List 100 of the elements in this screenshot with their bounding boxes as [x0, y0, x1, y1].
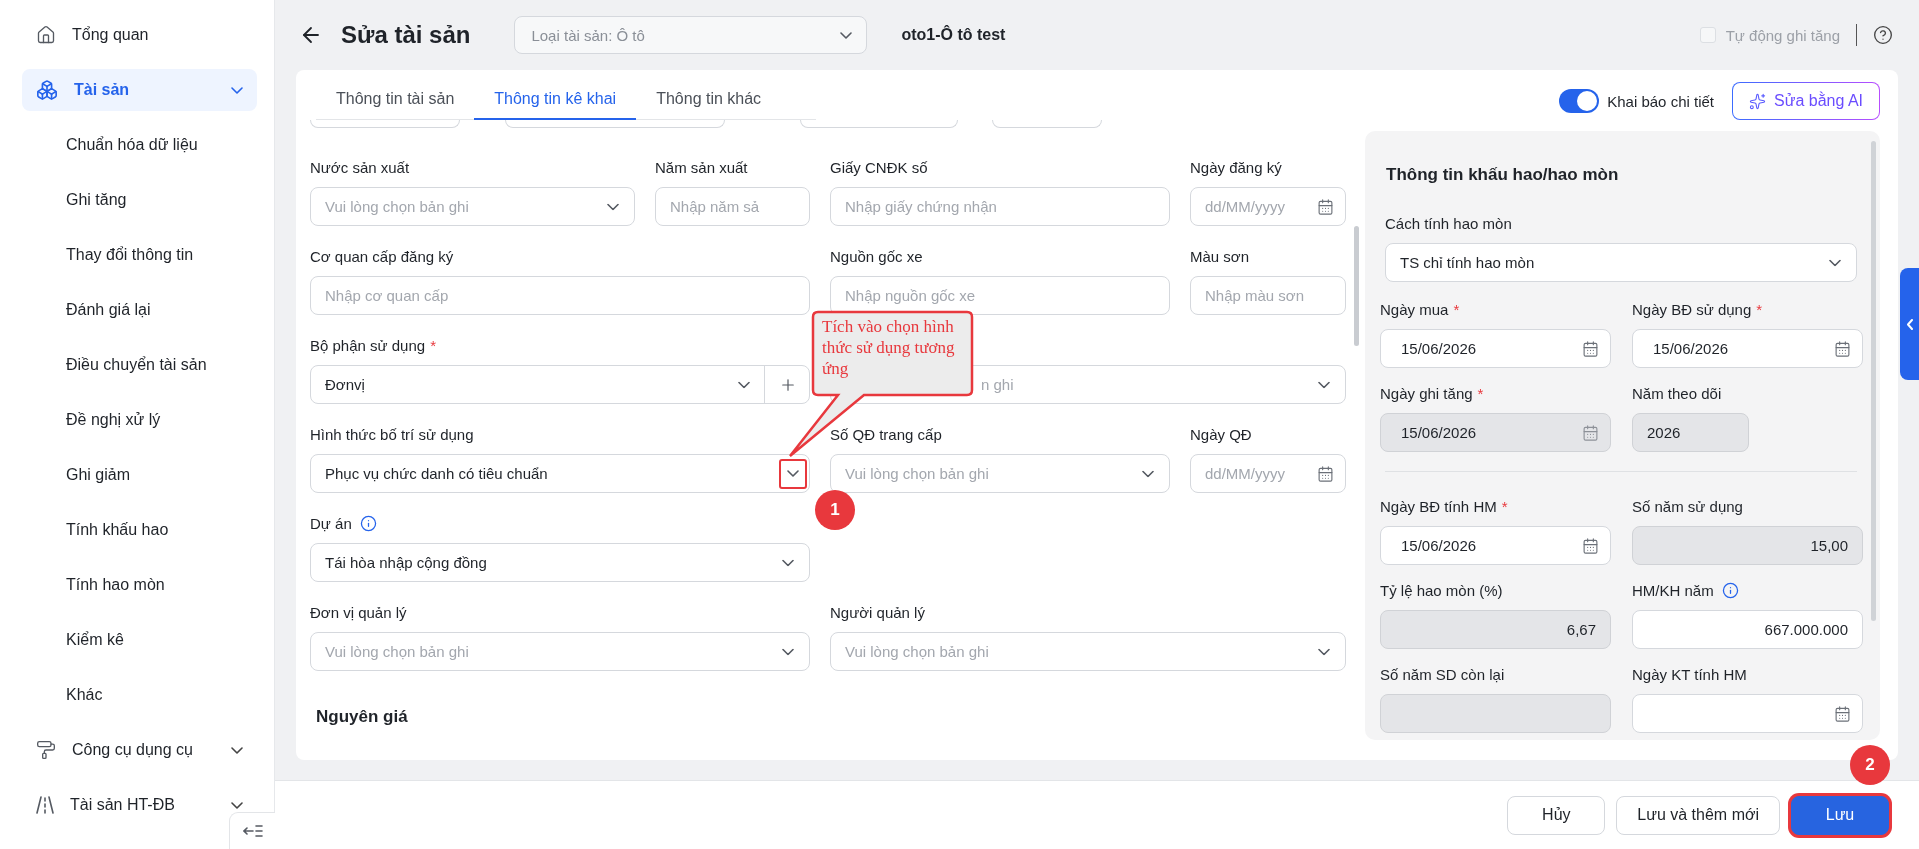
input-field[interactable]: Nhập giấy chứng nhận [830, 187, 1170, 226]
nav-item[interactable]: Tài sản [22, 69, 257, 111]
field-label: Nước sản xuất [310, 159, 410, 176]
select-field[interactable]: Đơnvị [310, 365, 810, 404]
nav-subitem[interactable]: Kiểm kê [22, 619, 257, 661]
nav-item[interactable]: Tài sản HT-ĐB [22, 784, 257, 826]
checkbox-label: Tự động ghi tăng [1725, 26, 1840, 44]
nav-subitem[interactable]: Khác [22, 674, 257, 716]
toggle-label: Khai báo chi tiết [1607, 92, 1714, 110]
date-field[interactable]: 15/06/2026 [1380, 329, 1611, 368]
field-label: Số QĐ trang cấp [830, 426, 942, 443]
chevron-down-icon [840, 31, 853, 39]
nav-item[interactable]: Công cụ dụng cụ [22, 729, 257, 771]
select-field[interactable]: Phục vụ chức danh có tiêu chuẩn [310, 454, 810, 493]
help-icon[interactable] [1873, 25, 1893, 45]
section-heading: Nguyên giá [316, 707, 409, 727]
chevron-down-icon [782, 648, 794, 655]
field-label: Ngày QĐ [1190, 426, 1252, 443]
field-label: Đơn vị quản lý [310, 604, 407, 621]
field-label: Giấy CNĐK số [830, 159, 928, 176]
chevron-down-icon [1829, 259, 1841, 266]
nav-subitem[interactable]: Đánh giá lại [22, 289, 257, 331]
collapse-icon [242, 825, 263, 837]
input-field[interactable]: 6,67 [1380, 610, 1611, 649]
tab[interactable]: Thông tin tài sản [316, 80, 475, 120]
page-title: Sửa tài sản [341, 21, 471, 49]
nav-subitem[interactable]: Chuẩn hóa dữ liệu [22, 124, 257, 166]
input-field[interactable]: 2026 [1632, 413, 1749, 452]
date-field[interactable]: 15/06/2026 [1380, 526, 1611, 565]
save-button[interactable]: Lưu [1791, 795, 1889, 835]
field-label: Hình thức bố trí sử dụng [310, 426, 474, 443]
chevron-down-icon [1318, 381, 1330, 388]
input-field[interactable]: Nhập màu sơn [1190, 276, 1346, 315]
select-field[interactable]: Vui lòng chọn bản ghi [310, 632, 810, 671]
calendar-icon [1317, 198, 1334, 215]
field-label: Cơ quan cấp đăng ký [310, 248, 454, 265]
input-field[interactable]: 15,00 [1632, 526, 1863, 565]
nav-subitem[interactable]: Điều chuyển tài sản [22, 344, 257, 386]
input-field[interactable]: 667.000.000 [1632, 610, 1863, 649]
field-label: Nguồn gốc xe [830, 248, 923, 265]
calendar-icon [1834, 705, 1851, 722]
select-field[interactable]: Vui lòng chọn bản ghi [310, 187, 635, 226]
field-label: Ngày mua [1380, 301, 1449, 318]
info-icon[interactable] [1721, 582, 1739, 599]
road-icon [36, 796, 54, 814]
info-icon[interactable] [359, 515, 377, 532]
calendar-icon [1834, 340, 1851, 357]
toggle-switch[interactable] [1559, 89, 1600, 113]
chevron-down-icon [738, 381, 750, 388]
field-label: Năm sản xuất [655, 159, 748, 176]
field-label: Số năm SD còn lại [1380, 666, 1505, 683]
collapse-sidebar-button[interactable] [229, 812, 275, 849]
field-label: Ngày KT tính HM [1632, 666, 1747, 683]
scrollbar[interactable] [1354, 226, 1359, 346]
nav-subitem[interactable]: Tính khấu hao [22, 509, 257, 551]
required-mark: * [1756, 301, 1763, 318]
select-field[interactable]: Tái hòa nhập cộng đồng [310, 543, 810, 582]
date-field[interactable] [1632, 694, 1863, 733]
date-field[interactable]: dd/MM/yyyy [1190, 187, 1346, 226]
field-label: HM/KH năm [1632, 582, 1714, 599]
asset-name: oto1-Ô tô test [901, 26, 1006, 44]
nav-subitem[interactable]: Thay đổi thông tin [22, 234, 257, 276]
required-mark: * [1477, 385, 1484, 402]
footer-button[interactable]: Hủy [1507, 795, 1606, 835]
nav-subitem[interactable]: Đề nghị xử lý [22, 399, 257, 441]
nav-subitem[interactable]: Ghi tăng [22, 179, 257, 221]
select-field[interactable]: TS chỉ tính hao mòn [1385, 243, 1857, 282]
input-field[interactable]: Nhập năm sả [655, 187, 810, 226]
field-label: Ngày BĐ sử dụng [1632, 301, 1752, 318]
chevron-down-icon [231, 801, 243, 809]
paint-roller-icon [36, 740, 56, 760]
chevron-down-icon [231, 86, 243, 94]
step-badge: 1 [815, 490, 855, 530]
nav-item[interactable]: Tổng quan [22, 14, 257, 56]
input-field[interactable]: Nhập nguồn gốc xe [830, 276, 1170, 315]
required-mark: * [1453, 301, 1460, 318]
chevron-down-icon [231, 746, 243, 754]
calendar-icon [1582, 424, 1599, 441]
scrollbar[interactable] [1871, 141, 1876, 621]
side-panel-tab[interactable] [1900, 268, 1919, 380]
select-field[interactable]: Vui lòng chọn bản ghi [830, 632, 1346, 671]
date-field[interactable]: 15/06/2026 [1380, 413, 1611, 452]
nav-subitem[interactable]: Ghi giảm [22, 454, 257, 496]
input-field[interactable]: Nhập cơ quan cấp [310, 276, 810, 315]
ai-edit-button[interactable]: Sửa bằng AI [1732, 82, 1880, 120]
footer-button[interactable]: Lưu và thêm mới [1616, 795, 1780, 835]
input-field[interactable] [1380, 694, 1611, 733]
tab[interactable]: Thông tin kê khai [474, 80, 637, 120]
date-field[interactable]: 15/06/2026 [1632, 329, 1863, 368]
field-label: Cách tính hao mòn [1385, 215, 1512, 232]
field-label: Tỷ lệ hao mòn (%) [1380, 582, 1503, 599]
tab[interactable]: Thông tin khác [636, 80, 782, 120]
date-field[interactable]: dd/MM/yyyy [1190, 454, 1346, 493]
nav-subitem[interactable]: Tính hao mòn [22, 564, 257, 606]
field-label: Ngày đăng ký [1190, 159, 1282, 176]
boxes-icon [36, 79, 58, 101]
required-mark: * [430, 337, 436, 354]
select-field[interactable]: Vui lòng chọn bản ghi [830, 454, 1170, 493]
chevron-down-icon [1318, 648, 1330, 655]
chevron-down-icon [782, 559, 794, 566]
